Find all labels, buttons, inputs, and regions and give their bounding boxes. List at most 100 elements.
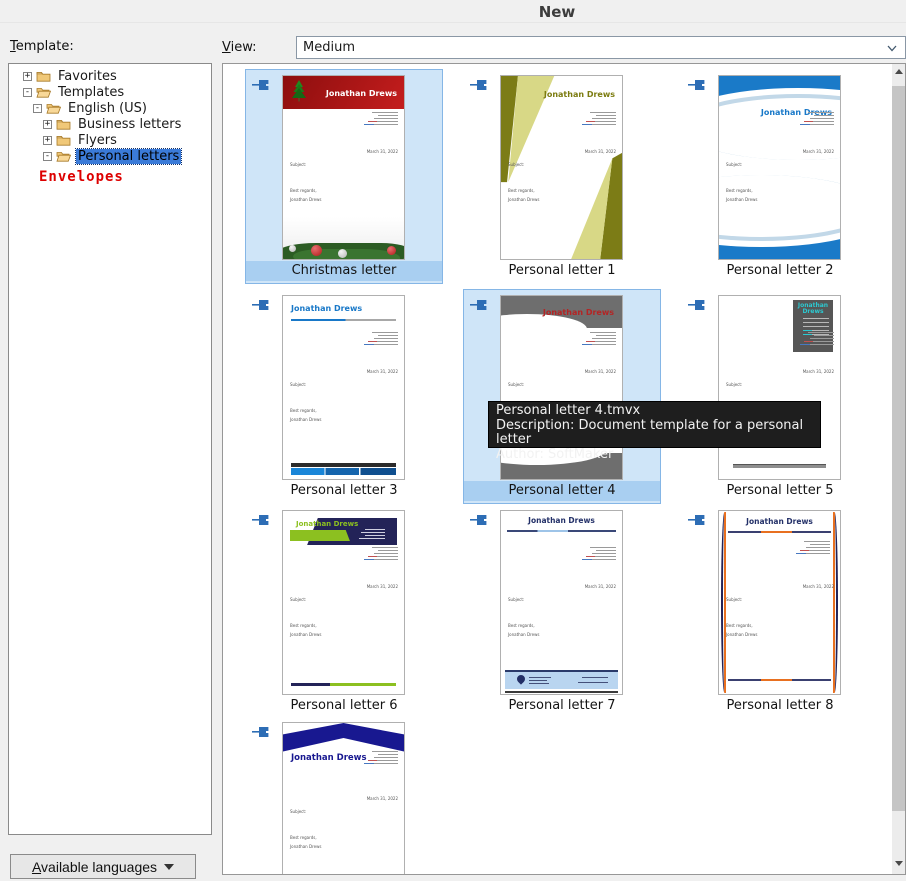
favorite-pin-icon[interactable] (688, 514, 705, 526)
favorite-pin-icon[interactable] (470, 514, 487, 526)
expand-plus-icon[interactable]: + (23, 72, 32, 81)
letter-address-block (582, 547, 616, 560)
template-tooltip: Personal letter 4.tmvx Description: Docu… (488, 401, 821, 448)
favorite-pin-icon[interactable] (688, 79, 705, 91)
favorite-pin-icon[interactable] (470, 79, 487, 91)
template-label: Personal letter 8 (682, 696, 878, 716)
favorite-pin-icon[interactable] (252, 514, 269, 526)
tree-label: Templates (56, 85, 126, 100)
template-thumbnail: Jonathan Drews March 31, 2022 Subject: B… (282, 295, 405, 480)
expand-plus-icon[interactable]: + (43, 120, 52, 129)
favorite-pin-icon[interactable] (252, 79, 269, 91)
template-tile-partial[interactable]: Jonathan Drews March 31, 2022 Subject: B… (246, 717, 442, 875)
letter-address-block (800, 112, 834, 125)
letter-signature: Jonathan Drews (726, 197, 757, 202)
letter-subject: Subject: (508, 597, 524, 602)
letter-regards: Best regards, (508, 623, 535, 628)
template-tile-christmas-letter[interactable]: Jonathan Drews March 31, 2022 Subject: B… (246, 70, 442, 283)
tree-item-flyers[interactable]: + Flyers (9, 132, 211, 148)
template-tile-personal-letter-5[interactable]: Jonathan Drews March 31, 2022 Subject: B… (682, 290, 878, 503)
template-label: Personal letter 4 (464, 481, 660, 501)
collapse-minus-icon[interactable]: - (23, 88, 32, 97)
vertical-scrollbar[interactable] (892, 64, 905, 874)
tree-item-envelopes[interactable]: Envelopes (39, 169, 124, 185)
favorite-pin-icon[interactable] (470, 299, 487, 311)
new-template-dialog: New Template: View: Medium + Favorites -… (0, 0, 906, 881)
template-tile-personal-letter-1[interactable]: Jonathan Drews March 31, 2022 Subject: B… (464, 70, 660, 283)
view-dropdown[interactable]: Medium (296, 36, 906, 59)
tree-label-selected: Personal letters (76, 149, 181, 164)
tooltip-filename: Personal letter 4.tmvx (496, 404, 813, 419)
tree-item-business-letters[interactable]: + Business letters (9, 116, 211, 132)
letter-subject: Subject: (290, 382, 306, 387)
letter-signature: Jonathan Drews (290, 632, 321, 637)
scrollbar-thumb[interactable] (892, 86, 905, 811)
letter-address-block (364, 332, 398, 345)
letter-regards: Best regards, (726, 623, 753, 628)
tree-item-personal-letters[interactable]: - Personal letters (9, 148, 211, 164)
collapse-minus-icon[interactable]: - (43, 152, 52, 161)
letter-date: March 31, 2022 (367, 149, 398, 154)
folder-open-icon (56, 150, 71, 162)
scroll-up-icon[interactable] (892, 64, 905, 79)
tooltip-description: Description: Document template for a per… (496, 419, 813, 448)
letter-date: March 31, 2022 (585, 369, 616, 374)
letter-signature: Jonathan Drews (726, 632, 757, 637)
template-tile-personal-letter-6[interactable]: Jonathan Drews March 31, 2022 Subject: B… (246, 505, 442, 718)
letter-date: March 31, 2022 (367, 584, 398, 589)
tree-label: Flyers (76, 133, 119, 148)
template-thumbnail: Jonathan Drews March 31, 2022 Subject: B… (718, 75, 841, 260)
available-languages-label: Available languages (32, 859, 157, 875)
view-dropdown-value: Medium (303, 40, 355, 55)
expand-plus-icon[interactable]: + (43, 136, 52, 145)
folder-closed-icon (36, 70, 51, 82)
scroll-down-icon[interactable] (892, 856, 905, 871)
chevron-down-icon (887, 43, 897, 53)
tree-item-templates[interactable]: - Templates (9, 84, 211, 100)
letter-subject: Subject: (290, 597, 306, 602)
letter-subject: Subject: (726, 162, 742, 167)
letter-subject: Subject: (290, 809, 306, 814)
template-thumbnail: Jonathan Drews March 31, 2022 Subject: B… (282, 722, 405, 875)
letter-subject: Subject: (726, 382, 742, 387)
template-tile-personal-letter-7[interactable]: Jonathan Drews March 31, 2022 Subject: B… (464, 505, 660, 718)
letter-regards: Best regards, (290, 408, 317, 413)
letter-signature: Jonathan Drews (508, 197, 539, 202)
letter-address-block (582, 112, 616, 125)
letter-date: March 31, 2022 (367, 796, 398, 801)
template-tile-personal-letter-4[interactable]: Jonathan Drews March 31, 2022 Subject: B… (464, 290, 660, 503)
favorite-pin-icon[interactable] (252, 726, 269, 738)
view-field-label: View: (222, 40, 257, 55)
dropdown-arrow-icon (164, 864, 174, 870)
christmas-tree-icon (292, 80, 306, 102)
location-pin-icon (515, 673, 526, 684)
template-tree-panel: + Favorites - Templates - English (US) (8, 63, 212, 835)
letter-address-block (800, 332, 834, 345)
template-tile-personal-letter-8[interactable]: Jonathan Drews March 31, 2022 Subject: B… (682, 505, 878, 718)
template-label: Christmas letter (246, 261, 442, 281)
collapse-minus-icon[interactable]: - (33, 104, 42, 113)
favorite-pin-icon[interactable] (688, 299, 705, 311)
tree-label: Favorites (56, 69, 119, 84)
letter-address-block (364, 751, 398, 764)
template-label: Personal letter 1 (464, 261, 660, 281)
tree-label: Business letters (76, 117, 183, 132)
folder-closed-icon (56, 134, 71, 146)
tree-item-favorites[interactable]: + Favorites (9, 68, 211, 84)
template-tile-personal-letter-2[interactable]: Jonathan Drews March 31, 2022 Subject: B… (682, 70, 878, 283)
letter-date: March 31, 2022 (803, 369, 834, 374)
favorite-pin-icon[interactable] (252, 299, 269, 311)
folder-closed-icon (56, 118, 71, 130)
letter-subject: Subject: (726, 597, 742, 602)
template-thumbnail: Jonathan Drews March 31, 2022 Subject: B… (282, 75, 405, 260)
tree-item-english-us[interactable]: - English (US) (9, 100, 211, 116)
letter-address-block (364, 112, 398, 125)
letter-date: March 31, 2022 (367, 369, 398, 374)
dialog-title: New (539, 3, 576, 21)
letter-regards: Best regards, (508, 188, 535, 193)
letter-subject: Subject: (508, 382, 524, 387)
letter-regards: Best regards, (290, 623, 317, 628)
available-languages-button[interactable]: Available languages (10, 854, 196, 879)
letter-date: March 31, 2022 (803, 584, 834, 589)
template-tile-personal-letter-3[interactable]: Jonathan Drews March 31, 2022 Subject: B… (246, 290, 442, 503)
